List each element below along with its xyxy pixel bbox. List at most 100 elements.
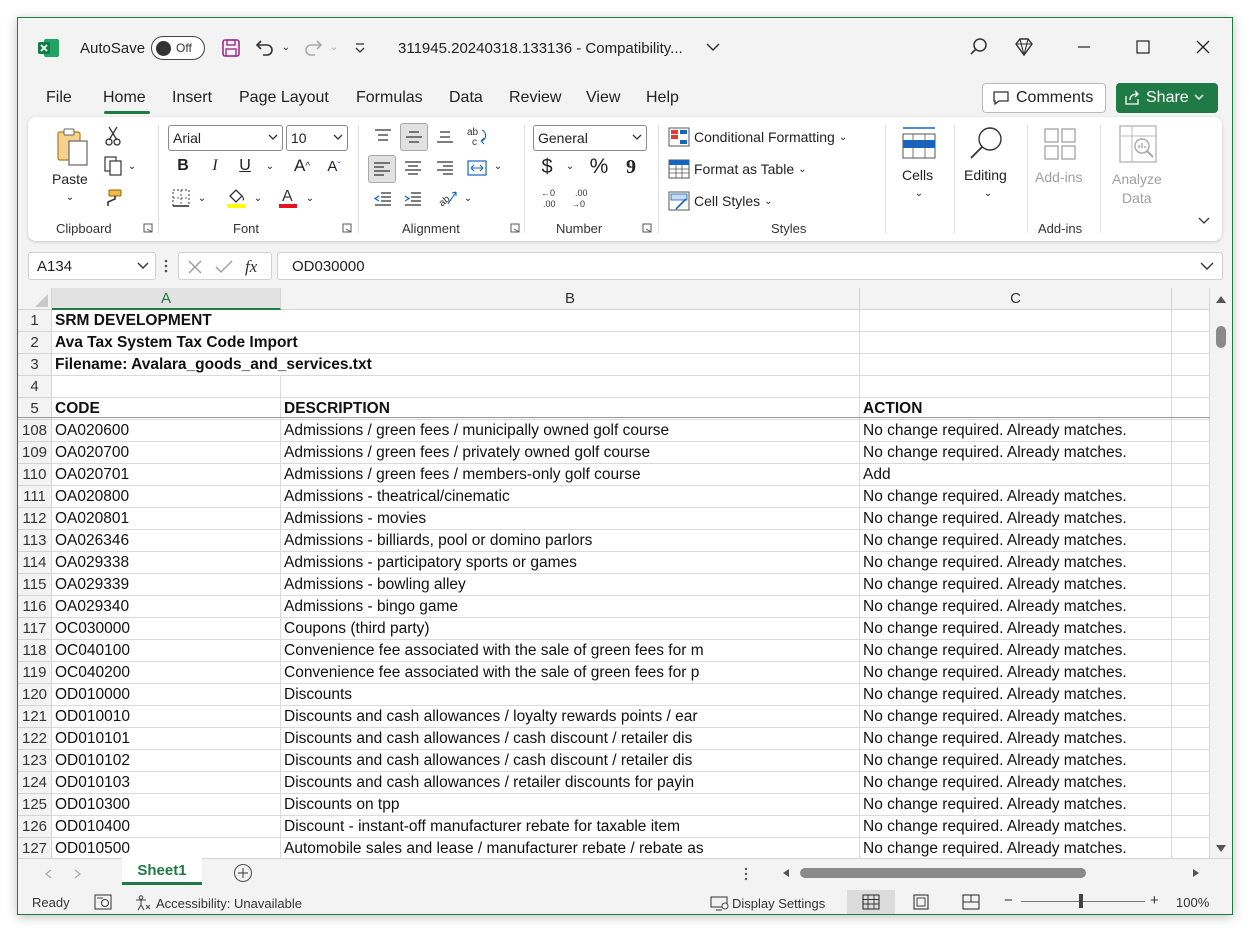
ribbon-collapse-icon[interactable]: [1196, 213, 1212, 229]
number-format-select[interactable]: General: [533, 125, 647, 151]
search-icon[interactable]: [968, 36, 990, 58]
cancel-icon[interactable]: [187, 259, 203, 275]
sheet-tab-sheet1[interactable]: Sheet1: [122, 858, 202, 885]
italic-button[interactable]: I: [206, 155, 224, 177]
editing-label[interactable]: Editing: [964, 167, 1007, 183]
zoom-level[interactable]: 100%: [1176, 895, 1209, 910]
scroll-right-icon[interactable]: [1192, 868, 1200, 878]
cell-action[interactable]: No change required. Already matches.: [860, 640, 1172, 662]
autosave-toggle[interactable]: Off: [151, 36, 205, 60]
cell-action[interactable]: No change required. Already matches.: [860, 662, 1172, 684]
row-header[interactable]: 111: [18, 486, 52, 508]
cell-description[interactable]: Discounts and cash allowances / loyalty …: [281, 706, 860, 728]
cell-action[interactable]: No change required. Already matches.: [860, 486, 1172, 508]
cell-code[interactable]: OA020600: [52, 420, 281, 442]
document-title[interactable]: 311945.20240318.133136 - Compatibility..…: [398, 40, 683, 57]
cut-icon[interactable]: [102, 125, 124, 147]
tab-review[interactable]: Review: [509, 89, 561, 107]
cell-description[interactable]: Coupons (third party): [281, 618, 860, 640]
cell-empty[interactable]: [1172, 728, 1210, 750]
cell-description[interactable]: Admissions - theatrical/cinematic: [281, 486, 860, 508]
cell-action[interactable]: No change required. Already matches.: [860, 772, 1172, 794]
cell-action[interactable]: No change required. Already matches.: [860, 574, 1172, 596]
accessibility-status[interactable]: Accessibility: Unavailable: [134, 895, 302, 911]
column-header-a[interactable]: A: [52, 288, 281, 310]
cell-code[interactable]: OD010300: [52, 794, 281, 816]
cell-empty[interactable]: [1172, 574, 1210, 596]
cell-action[interactable]: No change required. Already matches.: [860, 838, 1172, 858]
row-header[interactable]: 116: [18, 596, 52, 618]
tab-insert[interactable]: Insert: [172, 89, 212, 107]
add-sheet-icon[interactable]: [233, 863, 253, 883]
cell-empty[interactable]: [1172, 332, 1210, 354]
name-box[interactable]: A134: [28, 252, 156, 280]
paste-icon[interactable]: [52, 127, 92, 167]
cell-empty[interactable]: [1172, 464, 1210, 486]
row-header[interactable]: 124: [18, 772, 52, 794]
comments-button[interactable]: Comments: [982, 83, 1106, 113]
comma-style-button[interactable]: 9: [622, 155, 640, 179]
cell-code[interactable]: OA026346: [52, 530, 281, 552]
redo-dropdown-icon[interactable]: ⌄: [328, 40, 340, 54]
cell-action[interactable]: Add: [860, 464, 1172, 486]
cell-description[interactable]: Automobile sales and lease / manufacture…: [281, 838, 860, 858]
zoom-slider[interactable]: [1021, 901, 1145, 902]
dialog-launcher-icon[interactable]: [143, 223, 153, 233]
zoom-out-button[interactable]: −: [1004, 892, 1013, 909]
currency-button[interactable]: $: [538, 155, 556, 179]
paste-label[interactable]: Paste: [52, 171, 88, 187]
row-header[interactable]: 108: [18, 420, 52, 442]
page-break-view-button[interactable]: [947, 890, 995, 914]
column-header-c[interactable]: C: [860, 288, 1172, 310]
font-color-dropdown-icon[interactable]: ⌄: [304, 191, 316, 205]
cell-code[interactable]: OD010101: [52, 728, 281, 750]
row-header[interactable]: 112: [18, 508, 52, 530]
cell-description[interactable]: Admissions / green fees / municipally ow…: [281, 420, 860, 442]
cell-empty[interactable]: [1172, 552, 1210, 574]
orientation-icon[interactable]: ab: [434, 185, 460, 211]
resize-handle-icon[interactable]: [744, 867, 748, 881]
cell-empty[interactable]: [1172, 486, 1210, 508]
cells-label[interactable]: Cells: [902, 167, 933, 183]
cell-action[interactable]: No change required. Already matches.: [860, 596, 1172, 618]
vertical-scroll-thumb[interactable]: [1216, 326, 1226, 348]
cell-description[interactable]: Admissions - bowling alley: [281, 574, 860, 596]
row-header[interactable]: 117: [18, 618, 52, 640]
align-left-icon[interactable]: [368, 155, 396, 183]
grow-font-button[interactable]: A ^: [290, 155, 314, 177]
cell-action[interactable]: No change required. Already matches.: [860, 420, 1172, 442]
analyze-data-label-line2[interactable]: Data: [1122, 190, 1152, 206]
decrease-indent-icon[interactable]: [370, 187, 396, 211]
cell-empty[interactable]: [1172, 530, 1210, 552]
decrease-decimal-icon[interactable]: .00 →0: [568, 185, 594, 211]
cell-code[interactable]: Ava Tax System Tax Code Import: [52, 332, 860, 354]
zoom-slider-thumb[interactable]: [1079, 894, 1083, 908]
cell-code[interactable]: OA029338: [52, 552, 281, 574]
zoom-in-button[interactable]: +: [1150, 892, 1159, 909]
editing-dropdown-icon[interactable]: ⌄: [982, 187, 994, 199]
cell-empty[interactable]: [1172, 596, 1210, 618]
format-painter-icon[interactable]: [102, 187, 124, 209]
cell-code[interactable]: SRM DEVELOPMENT: [52, 310, 860, 332]
cell-code[interactable]: OA020701: [52, 464, 281, 486]
cell-code[interactable]: OA020801: [52, 508, 281, 530]
insert-function-icon[interactable]: fx: [245, 257, 257, 277]
column-header-b[interactable]: B: [281, 288, 860, 310]
cell-empty[interactable]: [1172, 662, 1210, 684]
row-header[interactable]: 121: [18, 706, 52, 728]
cell-action[interactable]: [860, 332, 1172, 354]
column-header-d[interactable]: [1172, 288, 1210, 310]
cell-code[interactable]: OA029339: [52, 574, 281, 596]
cell-description[interactable]: Admissions / green fees / members-only g…: [281, 464, 860, 486]
copy-dropdown-icon[interactable]: ⌄: [126, 159, 138, 173]
cell-action[interactable]: No change required. Already matches.: [860, 728, 1172, 750]
premium-diamond-icon[interactable]: [1013, 36, 1035, 58]
row-header[interactable]: 125: [18, 794, 52, 816]
cell-description[interactable]: Admissions - movies: [281, 508, 860, 530]
row-header[interactable]: 110: [18, 464, 52, 486]
cell-description[interactable]: Admissions - bingo game: [281, 596, 860, 618]
cell-empty[interactable]: [1172, 838, 1210, 858]
fill-color-icon[interactable]: [224, 185, 248, 209]
worksheet-grid[interactable]: A B C 1 SRM DEVELOPMENT 2 Ava Tax System Ta…: [18, 288, 1210, 858]
vertical-scrollbar[interactable]: [1210, 288, 1232, 858]
